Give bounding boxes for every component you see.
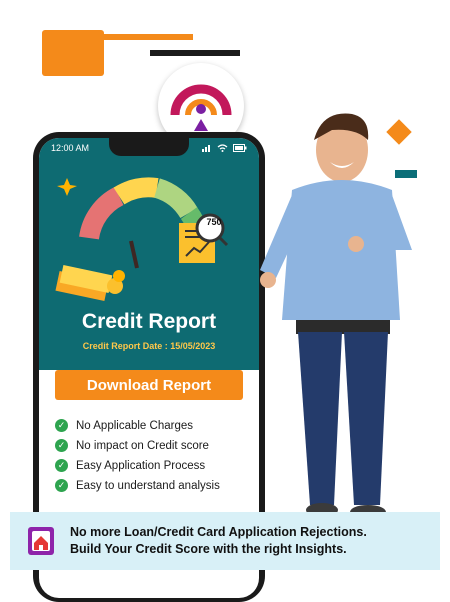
list-item: ✓ Easy Application Process	[55, 459, 255, 472]
feature-text: No Applicable Charges	[76, 419, 193, 432]
check-icon: ✓	[55, 459, 68, 472]
feature-text: Easy to understand analysis	[76, 479, 220, 492]
report-date: Credit Report Date : 15/05/2023	[82, 341, 216, 351]
banner-line-1: No more Loan/Credit Card Application Rej…	[70, 525, 367, 539]
list-item: ✓ No impact on Credit score	[55, 439, 255, 452]
phone-notch	[109, 138, 189, 156]
feature-list: ✓ No Applicable Charges ✓ No impact on C…	[55, 419, 255, 499]
feature-text: Easy Application Process	[76, 459, 206, 472]
decorative-dark-line	[150, 50, 240, 56]
house-document-icon	[28, 527, 54, 555]
decorative-orange-line	[98, 34, 193, 40]
smiling-man-illustration	[260, 113, 412, 519]
list-item: ✓ Easy to understand analysis	[55, 479, 255, 492]
check-icon: ✓	[55, 419, 68, 432]
signal-icon	[202, 145, 210, 152]
page-title: Credit Report	[81, 310, 217, 333]
sparkle-icon	[57, 178, 77, 196]
credit-gauge-illustration	[55, 177, 229, 301]
money-stack-icon	[55, 264, 125, 301]
status-time: 12:00 AM	[51, 143, 90, 153]
check-icon: ✓	[55, 479, 68, 492]
banner-line-2: Build Your Credit Score with the right I…	[70, 542, 347, 556]
decorative-orange-block	[42, 30, 104, 76]
banner-text: No more Loan/Credit Card Application Rej…	[70, 524, 367, 558]
download-report-button[interactable]: Download Report	[55, 370, 243, 400]
battery-icon	[233, 144, 247, 152]
info-banner: No more Loan/Credit Card Application Rej…	[10, 512, 440, 570]
hero-banner	[39, 158, 259, 370]
credit-score-value: 750	[206, 217, 222, 227]
check-icon: ✓	[55, 439, 68, 452]
status-icons	[202, 144, 247, 152]
wifi-icon	[217, 144, 228, 152]
feature-text: No impact on Credit score	[76, 439, 209, 452]
list-item: ✓ No Applicable Charges	[55, 419, 255, 432]
